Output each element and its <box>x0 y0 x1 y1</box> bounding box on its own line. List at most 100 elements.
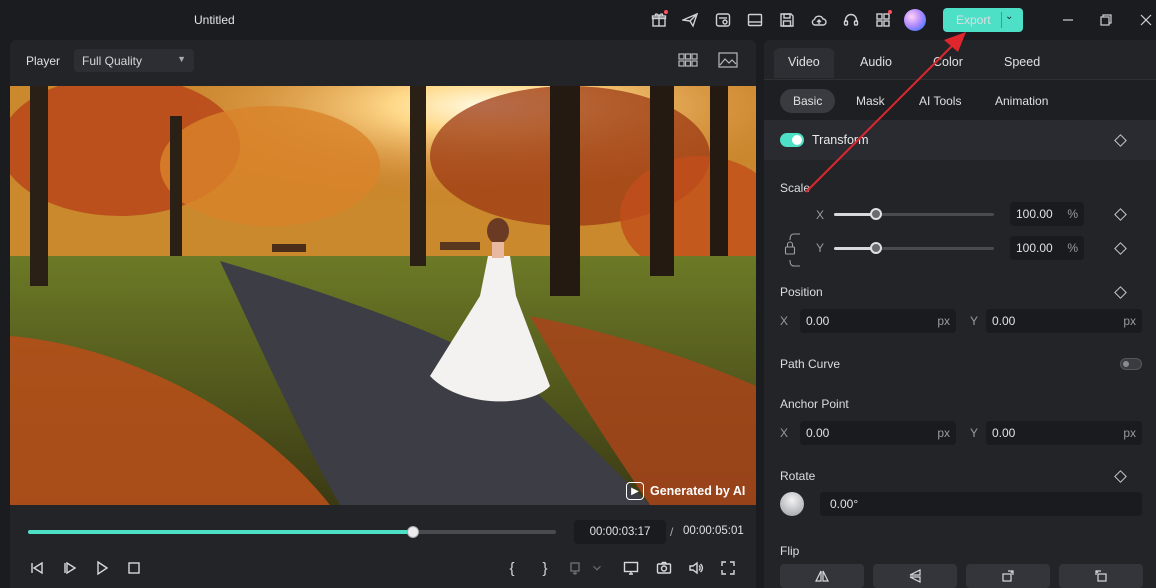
scale-y-input[interactable]: 100.00 % <box>1010 236 1084 260</box>
keyframe-diamond-icon[interactable] <box>1114 134 1127 147</box>
rotate-input[interactable]: 0.00° <box>820 492 1142 516</box>
send-icon[interactable] <box>680 10 700 30</box>
position-x-value: 0.00 <box>806 314 830 328</box>
flip-vertical-button[interactable] <box>873 564 957 588</box>
keyframe-diamond-icon[interactable] <box>1114 470 1127 483</box>
fullscreen-icon[interactable] <box>717 558 739 578</box>
current-time[interactable]: 00:00:03:17 <box>574 520 666 544</box>
progress-track[interactable] <box>28 526 556 538</box>
quality-value: Full Quality <box>82 54 143 68</box>
position-x-input[interactable]: 0.00 px <box>800 309 956 333</box>
scale-x-input[interactable]: 100.00 % <box>1010 202 1084 226</box>
tab-audio[interactable]: Audio <box>846 48 906 78</box>
tab-speed[interactable]: Speed <box>990 48 1054 78</box>
scale-x-slider[interactable] <box>834 208 994 220</box>
property-subtabs: Basic Mask AI Tools Animation <box>764 80 1156 120</box>
play-logo-icon: ▶ <box>626 482 644 500</box>
user-avatar[interactable] <box>904 9 926 31</box>
export-label: Export <box>956 13 991 27</box>
apps-grid-icon[interactable] <box>873 10 893 30</box>
ai-watermark: ▶ Generated by AI <box>626 482 745 500</box>
anchor-x-value: 0.00 <box>806 426 830 440</box>
scale-x-axis: X <box>816 208 825 222</box>
export-divider <box>1001 12 1002 28</box>
tab-video[interactable]: Video <box>774 48 834 78</box>
flip-vertical-icon <box>909 569 921 583</box>
mark-out-button[interactable]: } <box>534 558 556 578</box>
time-separator: / <box>670 525 674 539</box>
ai-watermark-text: Generated by AI <box>650 484 746 498</box>
playhead-handle[interactable] <box>407 526 420 538</box>
position-y-value: 0.00 <box>992 314 1016 328</box>
scale-y-slider[interactable] <box>834 242 994 254</box>
transform-toggle[interactable] <box>780 133 804 147</box>
headset-icon[interactable] <box>841 10 861 30</box>
flip-horizontal-button[interactable] <box>780 564 864 588</box>
cloud-upload-icon[interactable] <box>809 10 829 30</box>
tab-color[interactable]: Color <box>919 48 977 78</box>
subtab-basic[interactable]: Basic <box>780 89 836 113</box>
transform-section-header[interactable]: Transform <box>764 120 1156 160</box>
anchor-x-input[interactable]: 0.00 px <box>800 421 956 445</box>
notification-dot <box>888 10 892 14</box>
settings-card-icon[interactable] <box>713 10 733 30</box>
scale-y-value: 100.00 <box>1016 241 1053 255</box>
gift-icon[interactable] <box>649 10 669 30</box>
chevron-down-icon: ▼ <box>177 54 186 64</box>
property-tabs: Video Audio Color Speed <box>764 40 1156 80</box>
player-panel: Player Full Quality ▼ ▶ Generated by AI … <box>10 40 756 588</box>
insert-clip-icon[interactable] <box>566 558 588 578</box>
previous-frame-icon[interactable] <box>26 558 48 578</box>
anchor-point-label: Anchor Point <box>780 397 849 411</box>
video-preview[interactable]: ▶ Generated by AI <box>10 86 756 505</box>
rotate-clockwise-button[interactable] <box>966 564 1050 588</box>
grid-view-icon[interactable] <box>678 52 698 70</box>
minimize-icon[interactable] <box>1058 10 1078 30</box>
player-label: Player <box>26 54 61 68</box>
play-icon[interactable] <box>91 558 113 578</box>
monitor-icon[interactable] <box>745 10 765 30</box>
path-curve-toggle[interactable] <box>1120 358 1142 370</box>
flip-horizontal-icon <box>815 570 829 582</box>
subtab-animation[interactable]: Animation <box>982 89 1061 113</box>
scale-x-handle[interactable] <box>869 208 882 220</box>
rotate-counterclockwise-button[interactable] <box>1059 564 1143 588</box>
keyframe-diamond-icon[interactable] <box>1114 242 1127 255</box>
image-snapshot-icon[interactable] <box>718 52 738 70</box>
next-frame-icon[interactable] <box>59 558 81 578</box>
notification-dot <box>664 10 668 14</box>
mark-in-button[interactable]: { <box>501 558 523 578</box>
save-icon[interactable] <box>777 10 797 30</box>
scale-y-handle[interactable] <box>869 242 882 254</box>
chevron-down-icon[interactable] <box>590 558 604 578</box>
volume-icon[interactable] <box>685 558 707 578</box>
subtab-ai-tools[interactable]: AI Tools <box>906 89 974 113</box>
position-y-input[interactable]: 0.00 px <box>986 309 1142 333</box>
export-button[interactable]: Export ⌄ <box>943 8 1023 32</box>
rotate-value: 0.00° <box>830 497 859 511</box>
anchor-x-axis: X <box>780 426 789 440</box>
subtab-mask[interactable]: Mask <box>843 89 898 113</box>
rotate-dial[interactable] <box>780 492 804 516</box>
progress-fill <box>28 530 414 534</box>
anchor-y-input[interactable]: 0.00 px <box>986 421 1142 445</box>
position-y-axis: Y <box>970 314 979 328</box>
scale-y-axis: Y <box>816 241 825 255</box>
scale-x-value: 100.00 <box>1016 207 1053 221</box>
anchor-x-unit: px <box>937 426 950 440</box>
keyframe-diamond-icon[interactable] <box>1114 286 1127 299</box>
keyframe-diamond-icon[interactable] <box>1114 208 1127 221</box>
chevron-down-icon[interactable]: ⌄ <box>1005 11 1013 22</box>
restore-icon[interactable] <box>1096 10 1116 30</box>
lock-ratio-icon[interactable] <box>784 228 800 272</box>
scale-y-unit: % <box>1067 241 1078 255</box>
scale-label: Scale <box>780 181 811 195</box>
quality-dropdown[interactable]: Full Quality ▼ <box>74 49 194 72</box>
close-icon[interactable] <box>1136 10 1156 30</box>
anchor-y-value: 0.00 <box>992 426 1016 440</box>
display-settings-icon[interactable] <box>620 558 642 578</box>
stop-icon[interactable] <box>123 558 145 578</box>
property-panel: Video Audio Color Speed Basic Mask AI To… <box>764 40 1156 588</box>
rotate-counterclockwise-icon <box>1095 570 1107 582</box>
camera-snapshot-icon[interactable] <box>653 558 675 578</box>
